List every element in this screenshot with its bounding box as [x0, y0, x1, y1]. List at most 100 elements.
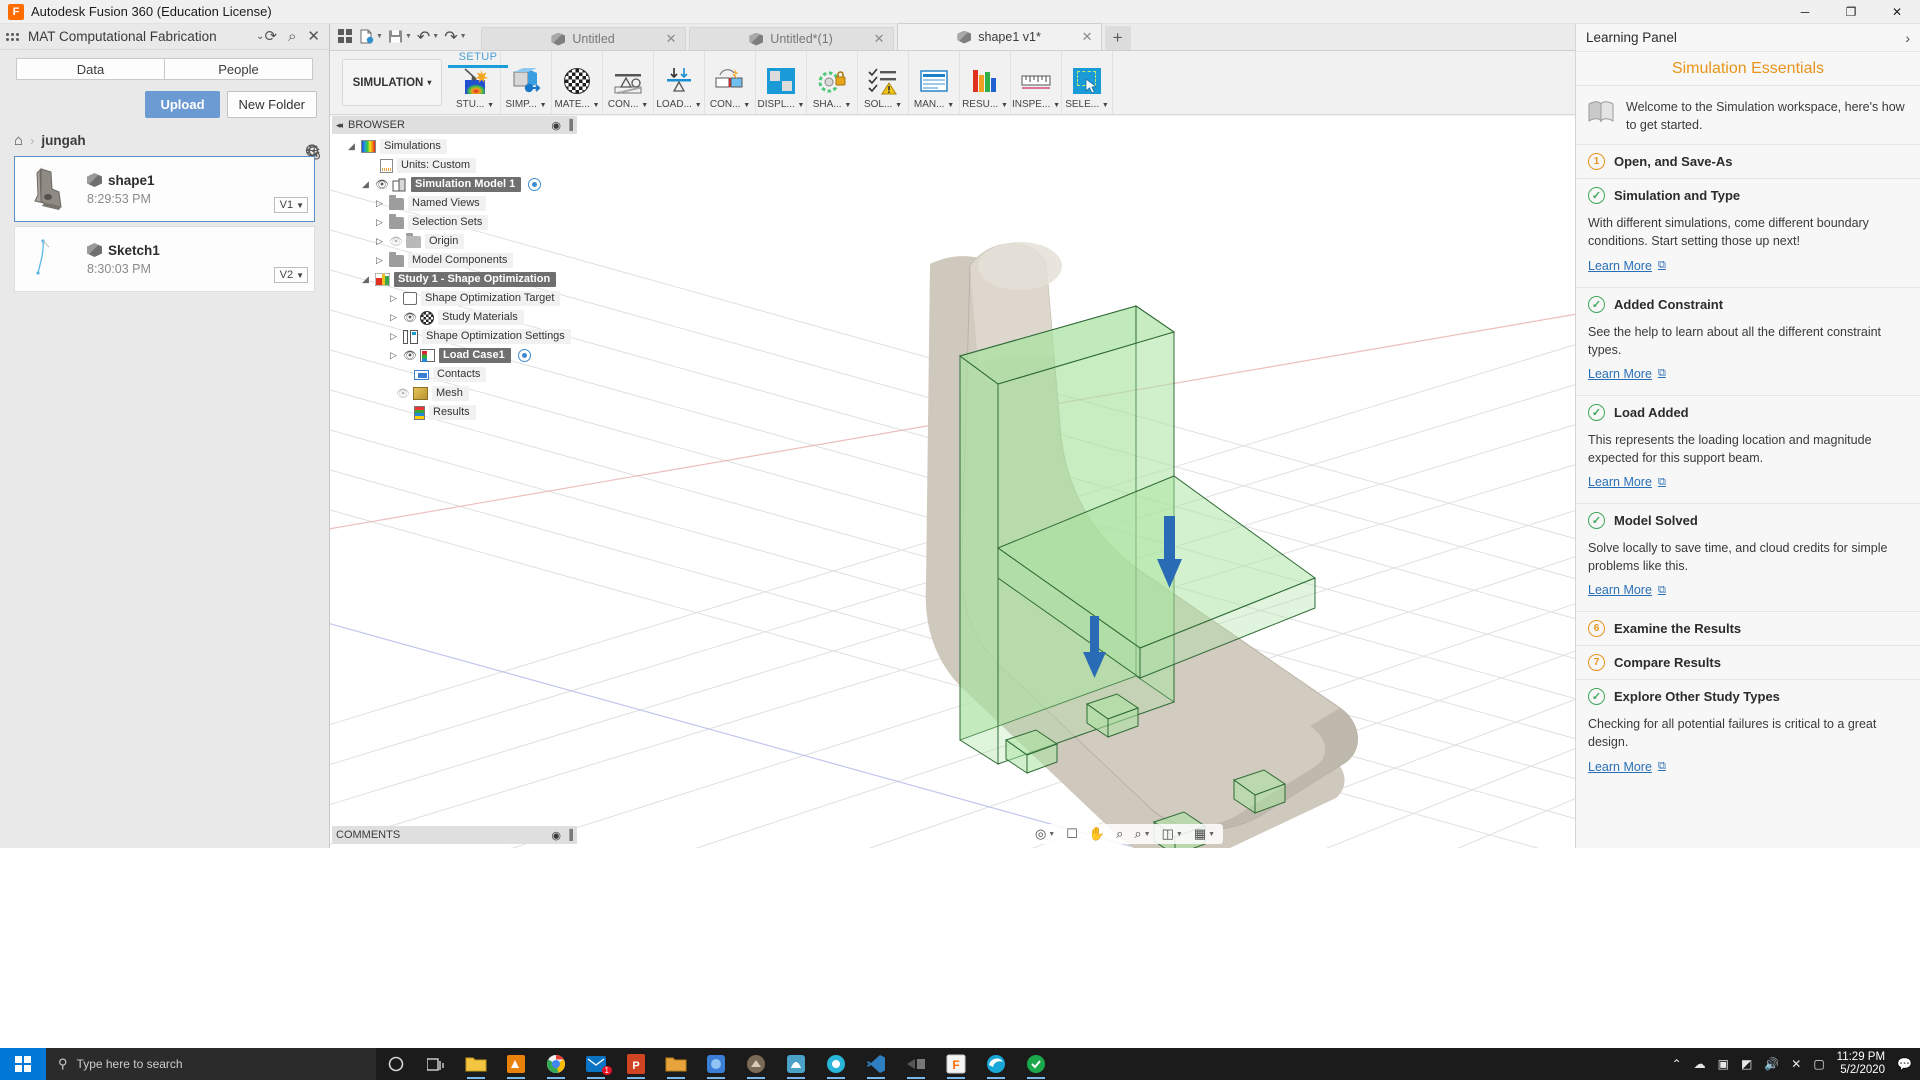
powerpoint-icon[interactable]: P	[616, 1048, 656, 1080]
inspect-button[interactable]: INSPE... ▼	[1011, 51, 1062, 114]
new-tab-button[interactable]: +	[1104, 26, 1131, 50]
materials-button[interactable]: MATE... ▼	[552, 51, 603, 114]
tray-chevron-up-icon[interactable]: ⌃	[1672, 1057, 1682, 1071]
active-radio-icon[interactable]	[528, 178, 542, 191]
learn-more-link-3[interactable]: Learn More ⧉	[1588, 367, 1666, 381]
expand-triangle-icon[interactable]: ▷	[388, 331, 399, 342]
clock[interactable]: 11:29 PM 5/2/2020	[1837, 1051, 1885, 1077]
upload-button[interactable]: Upload	[145, 91, 220, 118]
solve-button[interactable]: SOL... ▼	[858, 51, 909, 114]
learn-more-link-2[interactable]: Learn More ⧉	[1588, 259, 1666, 273]
learning-step-8[interactable]: ✓ Explore Other Study Types	[1576, 679, 1920, 713]
tree-node-mesh[interactable]: 👁 Mesh	[332, 384, 577, 403]
expand-triangle-icon[interactable]: ▷	[374, 255, 385, 266]
task-view-icon[interactable]	[416, 1048, 456, 1080]
refresh-icon[interactable]: ⟳	[264, 29, 277, 44]
visibility-eye-icon[interactable]: 👁	[403, 311, 417, 324]
workspace-selector[interactable]: SIMULATION ▾	[342, 59, 442, 106]
app-icon-8[interactable]	[736, 1048, 776, 1080]
close-icon[interactable]: ✕	[1082, 29, 1093, 45]
constraints-button[interactable]: CON... ▼	[603, 51, 654, 114]
zoom-icon[interactable]: ⌕	[1116, 826, 1123, 842]
simplify-button[interactable]: SIMP... ▼	[501, 51, 552, 114]
expand-triangle-icon[interactable]: ▷	[388, 350, 399, 361]
tree-node-shape-optimization-settings[interactable]: ▷ Shape Optimization Settings	[332, 327, 577, 346]
collapse-icon[interactable]: ◂◂	[336, 120, 343, 131]
undo-icon[interactable]: ↶ ▼	[415, 25, 441, 49]
learning-step-3[interactable]: ✓ Added Constraint	[1576, 286, 1920, 321]
orbit-icon[interactable]: ◎ ▼	[1035, 826, 1055, 842]
ribbon-tab-setup[interactable]: SETUP	[448, 51, 508, 68]
version-badge[interactable]: V1 ▼	[273, 197, 308, 213]
project-name[interactable]: MAT Computational Fabrication	[28, 29, 252, 44]
cloud-icon[interactable]: ☁	[1694, 1057, 1706, 1071]
tree-node-units[interactable]: Units: Custom	[332, 156, 577, 175]
expand-triangle-icon[interactable]: ◢	[346, 141, 357, 152]
visibility-eye-icon[interactable]: 👁	[375, 178, 389, 191]
pan-icon[interactable]: ✋	[1089, 826, 1105, 842]
tree-node-model-components[interactable]: ▷ Model Components	[332, 251, 577, 270]
tree-node-results[interactable]: Results	[332, 403, 577, 422]
tree-node-selection-sets[interactable]: ▷ Selection Sets	[332, 213, 577, 232]
select-button[interactable]: SELE... ▼	[1062, 51, 1113, 114]
app-icon-10[interactable]	[816, 1048, 856, 1080]
volume-icon[interactable]: 🔊	[1764, 1057, 1779, 1071]
comments-options-icon[interactable]: ◉	[551, 829, 561, 842]
taskbar-search-box[interactable]: ⚲ Type here to search	[46, 1048, 376, 1080]
display-settings-icon[interactable]: ◫ ▼	[1162, 826, 1183, 842]
comments-resize-handle[interactable]: ▐	[566, 830, 573, 841]
close-data-panel-icon[interactable]: ✕	[307, 29, 320, 44]
expand-triangle-icon[interactable]: ▷	[388, 312, 399, 323]
app-icon-9[interactable]	[776, 1048, 816, 1080]
loads-button[interactable]: LOAD... ▼	[654, 51, 705, 114]
redo-icon[interactable]: ↷ ▼	[442, 25, 468, 49]
visibility-eye-icon[interactable]: 👁	[403, 349, 417, 362]
learn-more-link-5[interactable]: Learn More ⧉	[1588, 583, 1666, 597]
comments-bar[interactable]: COMMENTS ◉ ▐	[332, 826, 577, 844]
new-document-icon[interactable]: ▼	[357, 25, 385, 49]
active-radio-icon[interactable]	[517, 349, 531, 362]
network-icon[interactable]: ◩	[1741, 1057, 1752, 1071]
vscode-icon[interactable]	[856, 1048, 896, 1080]
document-tab-untitled[interactable]: Untitled ✕	[480, 27, 686, 50]
learn-more-link-4[interactable]: Learn More ⧉	[1588, 475, 1666, 489]
app-icon-12[interactable]	[896, 1048, 936, 1080]
tree-node-named-views[interactable]: ▷ Named Views	[332, 194, 577, 213]
tab-people[interactable]: People	[164, 58, 313, 80]
chevron-right-icon[interactable]: ›	[1905, 30, 1910, 46]
maximize-button[interactable]: ❐	[1828, 0, 1874, 24]
learning-step-6[interactable]: 6 Examine the Results	[1576, 611, 1920, 645]
zoom-window-icon[interactable]: ⌕ ▼	[1134, 826, 1150, 842]
tree-node-origin[interactable]: ▷ 👁 Origin	[332, 232, 577, 251]
visibility-hidden-icon[interactable]: 👁	[396, 387, 410, 400]
cortana-icon[interactable]	[376, 1048, 416, 1080]
expand-triangle-icon[interactable]: ◢	[360, 274, 371, 285]
grid-icon[interactable]	[334, 25, 356, 49]
learning-step-5[interactable]: ✓ Model Solved	[1576, 503, 1920, 537]
close-icon[interactable]: ✕	[874, 31, 885, 47]
expand-triangle-icon[interactable]: ▷	[374, 236, 385, 247]
learning-step-1[interactable]: 1 Open, and Save-As	[1576, 144, 1920, 178]
list-item[interactable]: Sketch1 8:30:03 PM V2 ▼	[14, 226, 315, 292]
document-tab-shape1[interactable]: shape1 v1* ✕	[896, 23, 1102, 50]
battery-icon[interactable]: ▣	[1718, 1057, 1729, 1071]
grid-snaps-icon[interactable]: ▦ ▼	[1194, 826, 1215, 842]
folder-icon[interactable]	[656, 1048, 696, 1080]
tree-node-study-1[interactable]: ◢ Study 1 - Shape Optimization	[332, 270, 577, 289]
fusion360-icon[interactable]: F	[936, 1048, 976, 1080]
breadcrumb-folder[interactable]: jungah	[41, 133, 85, 148]
shape-optimization-button[interactable]: SHA... ▼	[807, 51, 858, 114]
contacts-button[interactable]: CON... ▼	[705, 51, 756, 114]
acrobat-icon[interactable]	[696, 1048, 736, 1080]
close-button[interactable]: ✕	[1874, 0, 1920, 24]
learning-step-2[interactable]: ✓ Simulation and Type	[1576, 178, 1920, 212]
notification-center-icon[interactable]: 💬	[1897, 1057, 1912, 1071]
browser-options-icon[interactable]: ◉	[551, 119, 561, 132]
start-button[interactable]	[0, 1048, 46, 1080]
results-button[interactable]: RESU... ▼	[960, 51, 1011, 114]
fit-icon[interactable]: ☐	[1066, 826, 1078, 842]
tree-node-simulations[interactable]: ◢ Simulations	[332, 137, 577, 156]
tree-node-simulation-model-1[interactable]: ◢ 👁 Simulation Model 1	[332, 175, 577, 194]
version-badge[interactable]: V2 ▼	[273, 267, 308, 283]
visibility-hidden-icon[interactable]: 👁	[389, 235, 403, 248]
